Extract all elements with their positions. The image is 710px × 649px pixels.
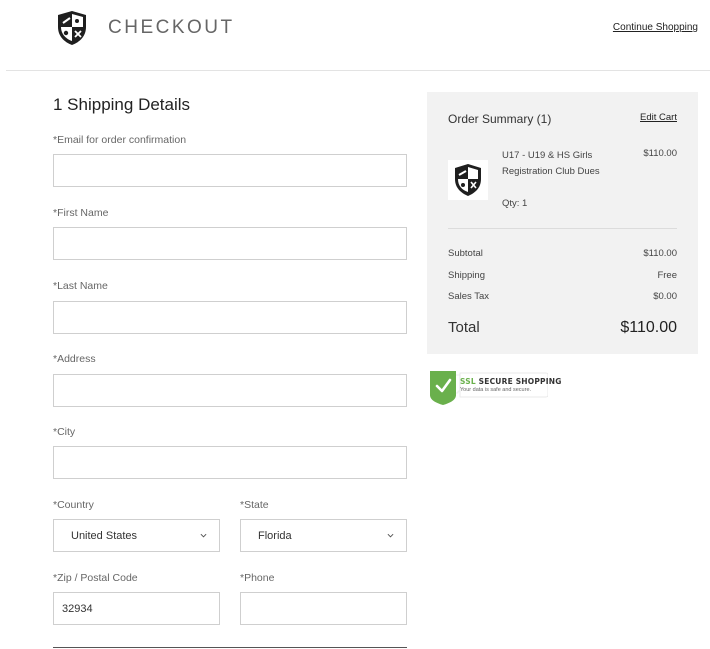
product-thumbnail[interactable] bbox=[448, 160, 488, 200]
header-divider bbox=[6, 70, 710, 71]
address-label: *Address bbox=[53, 353, 96, 365]
subtotal-label: Subtotal bbox=[448, 248, 483, 259]
state-value: Florida bbox=[258, 529, 292, 542]
city-field[interactable] bbox=[53, 446, 407, 479]
shipping-section-title: 1 Shipping Details bbox=[53, 95, 191, 114]
country-label: *Country bbox=[53, 499, 94, 511]
first-name-field[interactable] bbox=[53, 227, 407, 260]
product-name: U17 - U19 & HS Girls Registration Club D… bbox=[502, 150, 600, 177]
club-crest-icon bbox=[455, 164, 481, 196]
continue-shopping-link[interactable]: Continue Shopping bbox=[613, 22, 698, 33]
product-quantity: Qty: 1 bbox=[502, 198, 528, 209]
phone-field[interactable] bbox=[240, 592, 407, 625]
sales-tax-value: $0.00 bbox=[653, 291, 677, 302]
shipping-label: Shipping bbox=[448, 270, 485, 281]
total-value: $110.00 bbox=[620, 319, 677, 336]
phone-label: *Phone bbox=[240, 572, 275, 584]
last-name-field[interactable] bbox=[53, 301, 407, 334]
ssl-word: SSL bbox=[460, 377, 476, 386]
email-field[interactable] bbox=[53, 154, 407, 187]
last-name-label: *Last Name bbox=[53, 280, 108, 292]
zip-field[interactable]: 32934 bbox=[53, 592, 220, 625]
order-summary-panel: Order Summary (1) Edit Cart U17 - U19 & … bbox=[427, 92, 698, 354]
zip-value: 32934 bbox=[62, 602, 93, 615]
sales-tax-label: Sales Tax bbox=[448, 291, 490, 302]
address-field[interactable] bbox=[53, 374, 407, 407]
order-summary-title: Order Summary (1) bbox=[448, 112, 552, 126]
email-label: *Email for order confirmation bbox=[53, 134, 187, 146]
first-name-label: *First Name bbox=[53, 207, 109, 219]
ssl-badge-subtext: Your data is safe and secure. bbox=[460, 387, 532, 393]
club-crest-icon[interactable] bbox=[55, 10, 89, 46]
subtotal-value: $110.00 bbox=[643, 248, 677, 259]
state-label: *State bbox=[240, 499, 269, 511]
product-price: $110.00 bbox=[643, 148, 677, 159]
total-row: Total $110.00 bbox=[448, 319, 677, 336]
ssl-secure-text: SECURE SHOPPING bbox=[478, 377, 562, 386]
summary-divider bbox=[448, 228, 677, 229]
city-label: *City bbox=[53, 426, 76, 438]
ssl-badge-title: SSL SECURE SHOPPING bbox=[460, 377, 562, 386]
total-label: Total bbox=[448, 319, 480, 336]
chevron-down-icon bbox=[200, 533, 207, 538]
subtotal-row: Subtotal $110.00 bbox=[448, 248, 677, 259]
chevron-down-icon bbox=[387, 533, 394, 538]
country-select[interactable]: United States bbox=[53, 519, 220, 552]
sales-tax-row: Sales Tax $0.00 bbox=[448, 291, 677, 302]
state-select[interactable]: Florida bbox=[240, 519, 407, 552]
country-value: United States bbox=[71, 529, 138, 542]
section-divider bbox=[53, 647, 407, 648]
shipping-value: Free bbox=[657, 270, 677, 281]
shipping-row: Shipping Free bbox=[448, 270, 677, 281]
page-header: CHECKOUT Continue Shopping bbox=[0, 0, 710, 70]
zip-label: *Zip / Postal Code bbox=[53, 572, 138, 584]
edit-cart-link[interactable]: Edit Cart bbox=[640, 112, 677, 123]
page-title: CHECKOUT bbox=[108, 17, 235, 38]
